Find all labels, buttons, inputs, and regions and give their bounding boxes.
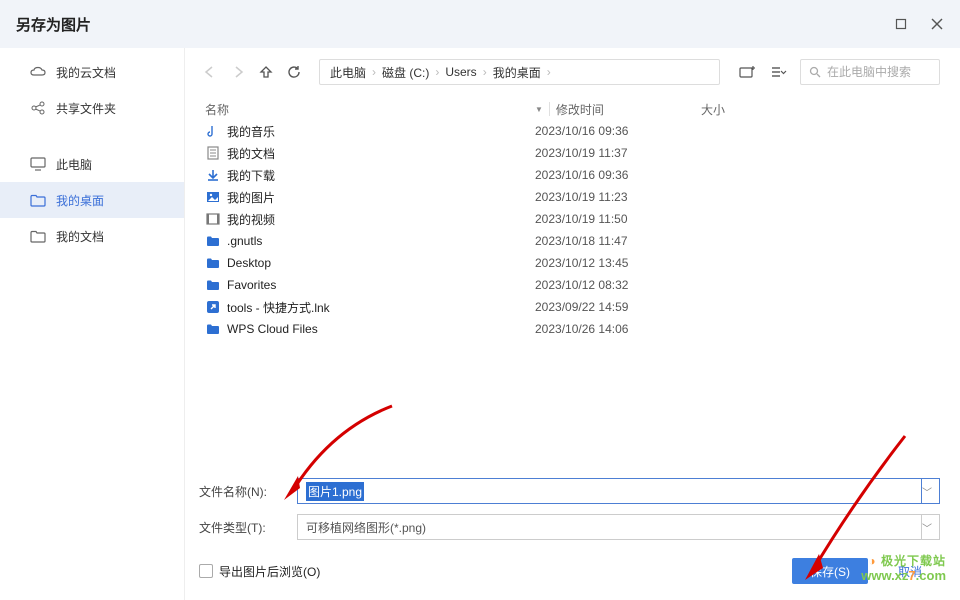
column-headers: 名称 ▼修改时间 大小 bbox=[199, 98, 940, 120]
file-list: 我的音乐 2023/10/16 09:36 我的文档 2023/10/19 11:37… bbox=[199, 120, 940, 464]
folder-blue bbox=[205, 277, 221, 293]
file-name: WPS Cloud Files bbox=[227, 322, 318, 336]
sidebar-item-desktop[interactable]: 我的桌面 bbox=[0, 182, 184, 218]
column-name[interactable]: 名称 bbox=[205, 101, 535, 118]
view-button[interactable] bbox=[768, 61, 790, 83]
file-name: 我的下载 bbox=[227, 167, 275, 184]
filename-label: 文件名称(N): bbox=[199, 483, 297, 500]
sidebar-item-label: 此电脑 bbox=[56, 156, 92, 173]
sidebar-item-label: 我的文档 bbox=[56, 228, 104, 245]
column-date[interactable]: ▼修改时间 bbox=[535, 101, 695, 118]
share-icon bbox=[30, 100, 46, 116]
sidebar-item-label: 共享文件夹 bbox=[56, 100, 116, 117]
download-file bbox=[205, 167, 221, 183]
form-area: 文件名称(N): 图片1.png ﹀ 文件类型(T): 可移植网络图形(*.pn… bbox=[199, 464, 940, 600]
search-box[interactable] bbox=[800, 59, 940, 85]
folder-blue bbox=[205, 255, 221, 271]
close-button[interactable] bbox=[930, 17, 944, 31]
new-folder-button[interactable] bbox=[736, 61, 758, 83]
maximize-button[interactable] bbox=[894, 17, 908, 31]
crumb[interactable]: 磁盘 (C:) bbox=[380, 64, 431, 81]
save-button[interactable]: 保存(S) bbox=[792, 558, 868, 584]
search-input[interactable] bbox=[827, 65, 933, 79]
titlebar: 另存为图片 bbox=[0, 0, 960, 48]
file-row[interactable]: 我的图片 2023/10/19 11:23 bbox=[199, 186, 940, 208]
file-row[interactable]: WPS Cloud Files 2023/10/26 14:06 bbox=[199, 318, 940, 340]
file-date: 2023/10/19 11:23 bbox=[535, 190, 695, 204]
video-file bbox=[205, 211, 221, 227]
refresh-button[interactable] bbox=[283, 61, 305, 83]
sidebar-item-cloud[interactable]: 我的云文档 bbox=[0, 54, 184, 90]
sidebar-item-computer[interactable]: 此电脑 bbox=[0, 146, 184, 182]
forward-button[interactable] bbox=[227, 61, 249, 83]
file-date: 2023/10/26 14:06 bbox=[535, 322, 695, 336]
dialog-title: 另存为图片 bbox=[16, 14, 91, 35]
file-name: Favorites bbox=[227, 278, 276, 292]
crumb[interactable]: 我的桌面 bbox=[491, 64, 543, 81]
sidebar: 我的云文档 共享文件夹 此电脑 我的桌面 我的文档 bbox=[0, 48, 185, 600]
file-date: 2023/10/16 09:36 bbox=[535, 168, 695, 182]
checkbox-box-icon bbox=[199, 564, 213, 578]
file-name: 我的音乐 bbox=[227, 123, 275, 140]
back-button[interactable] bbox=[199, 61, 221, 83]
preview-checkbox[interactable]: 导出图片后浏览(O) bbox=[199, 563, 320, 580]
cancel-button[interactable]: 取消 bbox=[880, 558, 940, 584]
folder-blue bbox=[205, 233, 221, 249]
sort-desc-icon: ▼ bbox=[535, 105, 543, 114]
file-name: Desktop bbox=[227, 256, 271, 270]
file-date: 2023/10/19 11:50 bbox=[535, 212, 695, 226]
crumb[interactable]: 此电脑 bbox=[328, 64, 368, 81]
sidebar-item-documents[interactable]: 我的文档 bbox=[0, 218, 184, 254]
sidebar-item-label: 我的桌面 bbox=[56, 192, 104, 209]
filename-input[interactable]: 图片1.png bbox=[297, 478, 922, 504]
folder-blue bbox=[205, 321, 221, 337]
column-size[interactable]: 大小 bbox=[695, 101, 775, 118]
filetype-select[interactable]: 可移植网络图形(*.png) bbox=[297, 514, 922, 540]
crumb[interactable]: Users bbox=[443, 65, 478, 79]
file-date: 2023/09/22 14:59 bbox=[535, 300, 695, 314]
image-file bbox=[205, 189, 221, 205]
file-name: tools - 快捷方式.lnk bbox=[227, 299, 330, 316]
doc-file bbox=[205, 145, 221, 161]
filename-dropdown-icon[interactable]: ﹀ bbox=[922, 478, 940, 504]
music-file bbox=[205, 123, 221, 139]
file-name: .gnutls bbox=[227, 234, 262, 248]
file-row[interactable]: 我的音乐 2023/10/16 09:36 bbox=[199, 120, 940, 142]
file-date: 2023/10/19 11:37 bbox=[535, 146, 695, 160]
main-panel: 此电脑› 磁盘 (C:)› Users› 我的桌面› 名称 ▼修改时间 大小 我… bbox=[185, 48, 960, 600]
file-row[interactable]: 我的视频 2023/10/19 11:50 bbox=[199, 208, 940, 230]
navbar: 此电脑› 磁盘 (C:)› Users› 我的桌面› bbox=[199, 52, 940, 92]
file-row[interactable]: .gnutls 2023/10/18 11:47 bbox=[199, 230, 940, 252]
sidebar-item-share[interactable]: 共享文件夹 bbox=[0, 90, 184, 126]
shortcut-file bbox=[205, 299, 221, 315]
sidebar-item-label: 我的云文档 bbox=[56, 64, 116, 81]
cloud-icon bbox=[30, 64, 46, 80]
folder-icon bbox=[30, 192, 46, 208]
file-row[interactable]: 我的下载 2023/10/16 09:36 bbox=[199, 164, 940, 186]
filetype-dropdown-icon[interactable]: ﹀ bbox=[922, 514, 940, 540]
file-name: 我的视频 bbox=[227, 211, 275, 228]
folder-outline-icon bbox=[30, 228, 46, 244]
monitor-icon bbox=[30, 156, 46, 172]
file-row[interactable]: 我的文档 2023/10/19 11:37 bbox=[199, 142, 940, 164]
file-date: 2023/10/18 11:47 bbox=[535, 234, 695, 248]
filetype-label: 文件类型(T): bbox=[199, 519, 297, 536]
up-button[interactable] bbox=[255, 61, 277, 83]
file-row[interactable]: Favorites 2023/10/12 08:32 bbox=[199, 274, 940, 296]
file-date: 2023/10/16 09:36 bbox=[535, 124, 695, 138]
file-name: 我的图片 bbox=[227, 189, 275, 206]
file-row[interactable]: tools - 快捷方式.lnk 2023/09/22 14:59 bbox=[199, 296, 940, 318]
file-date: 2023/10/12 13:45 bbox=[535, 256, 695, 270]
checkbox-label: 导出图片后浏览(O) bbox=[219, 563, 320, 580]
breadcrumb[interactable]: 此电脑› 磁盘 (C:)› Users› 我的桌面› bbox=[319, 59, 720, 85]
file-name: 我的文档 bbox=[227, 145, 275, 162]
search-icon bbox=[807, 64, 823, 80]
file-row[interactable]: Desktop 2023/10/12 13:45 bbox=[199, 252, 940, 274]
file-date: 2023/10/12 08:32 bbox=[535, 278, 695, 292]
